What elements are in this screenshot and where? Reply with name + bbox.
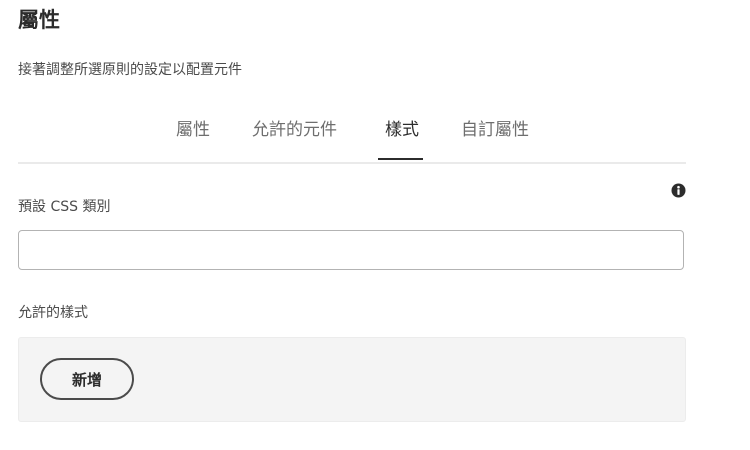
tab-allowed-components[interactable]: 允許的元件 (252, 118, 337, 142)
info-icon[interactable] (671, 183, 686, 198)
add-style-button[interactable]: 新增 (40, 358, 134, 400)
page-title: 屬性 (18, 8, 60, 32)
default-css-class-label: 預設 CSS 類別 (18, 199, 111, 215)
default-css-class-input[interactable] (18, 230, 684, 270)
tab-properties[interactable]: 屬性 (176, 118, 210, 142)
page-subtitle: 接著調整所選原則的設定以配置元件 (18, 62, 242, 78)
tab-custom-properties[interactable]: 自訂屬性 (461, 118, 529, 142)
tab-styles[interactable]: 樣式 (385, 118, 419, 142)
tab-bar: 屬性 允許的元件 樣式 自訂屬性 (18, 110, 686, 164)
policy-properties-page: 屬性 接著調整所選原則的設定以配置元件 屬性 允許的元件 樣式 自訂屬性 預設 … (0, 0, 750, 450)
allowed-styles-panel: 新增 (18, 337, 686, 422)
active-tab-indicator (378, 158, 423, 160)
allowed-styles-label: 允許的樣式 (18, 305, 88, 321)
